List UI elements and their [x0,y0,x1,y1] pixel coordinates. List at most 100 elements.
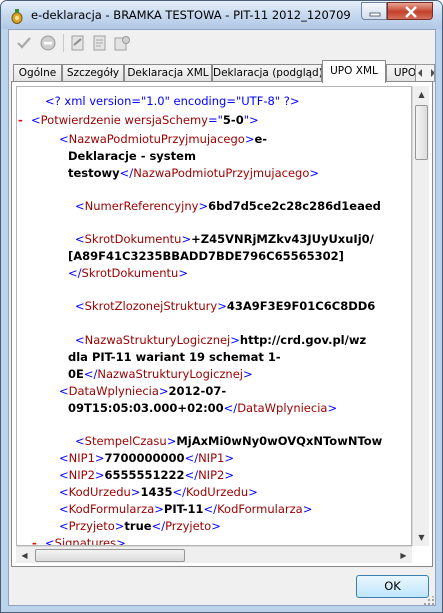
xml-markup: < [59,485,69,499]
tab-bar: Ogólne Szczegóły Deklaracja XML Deklarac… [9,60,435,83]
check-icon[interactable] [15,34,33,52]
upo-xml-panel: <? xml version="1.0" encoding="UTF-8" ?>… [11,81,433,567]
xml-value: MjAxMi0wNy0wOVQxNTowNTow [176,434,383,448]
tab-scroll-buttons[interactable] [415,64,435,82]
xml-value: 09T15:05:03.000+02:00 [68,401,224,415]
xml-line: testowy</NazwaPodmiotuPrzyjmujacego> [68,166,319,180]
vertical-scrollbar[interactable]: ▲ ▼ [412,86,429,546]
xml-line: - <Signatures> [32,536,126,546]
document-icon[interactable] [91,34,109,52]
xml-line: - <Potwierdzenie wersjaSchemy="5-0"> [18,113,259,127]
xml-line: <KodUrzedu>1435</KodUrzedu> [59,485,258,499]
xml-line: </SkrotDokumentu> [68,266,188,280]
xml-markup: > [178,266,188,280]
tab-ogolne[interactable]: Ogólne [13,64,62,82]
vertical-scroll-thumb[interactable] [415,105,428,160]
horizontal-scrollbar[interactable]: ◀ ▶ [16,546,412,563]
xml-markup: </ [172,485,186,499]
toolbar-separator [63,34,64,52]
scroll-down-icon[interactable]: ▼ [413,529,430,546]
xml-value: 5-0 [222,113,244,127]
xml-value: testowy [68,166,120,180]
xml-markup: > [224,468,234,482]
xml-markup: > [230,333,240,347]
block-icon[interactable] [39,34,57,52]
xml-line: 0E</NazwaStrukturyLogicznej> [68,367,253,381]
xml-markup: > [94,451,105,465]
xml-markup: < [75,232,85,246]
xml-value: 1435 [140,485,173,499]
xml-line: <SkrotDokumentu>+Z45VNRjMZkv43JUyUxuIj0/ [75,232,374,246]
scroll-left-icon[interactable]: ◀ [16,547,33,564]
collapse-toggle-icon[interactable]: - [18,113,23,127]
xml-markup: < [75,299,85,313]
xml-viewer[interactable]: <? xml version="1.0" encoding="UTF-8" ?>… [16,86,412,546]
scroll-right-icon[interactable]: ▶ [395,547,412,564]
xml-markup: < [59,384,69,398]
horizontal-scroll-thumb[interactable] [35,549,185,562]
tab-upo-xml[interactable]: UPO XML [322,60,386,83]
sign-document-icon[interactable] [113,34,131,52]
xml-line: dla PIT-11 wariant 19 schemat 1- [68,350,281,364]
xml-markup: > [154,502,164,516]
xml-markup: < [75,199,85,213]
xml-tag-name: NazwaStrukturyLogicznej [97,367,243,381]
minimize-button[interactable] [361,2,387,20]
close-button[interactable] [387,2,433,20]
resize-grip-icon[interactable] [423,596,435,606]
collapse-toggle-icon[interactable]: - [32,536,37,545]
xml-markup: </ [151,519,166,533]
xml-line: <Przyjeto>true</Przyjeto> [59,519,221,533]
xml-markup: > [181,232,192,246]
xml-line: 09T15:05:03.000+02:00</DataWplyniecia> [68,401,337,415]
xml-tag-name: NazwaPodmiotuPrzyjmujacego [68,132,245,146]
xml-line: <NumerReferencyjny>6bd7d5ce2c28c286d1eae… [75,199,381,213]
xml-markup: > [114,519,125,533]
tab-scroll-left-icon[interactable] [416,65,425,81]
xml-markup: </ [83,367,98,381]
xml-tag-name: Signatures [54,536,117,546]
xml-tag-name: NazwaPodmiotuPrzyjmujacego [133,166,310,180]
xml-value: e- [254,132,268,146]
dialog-client-area: Ogólne Szczegóły Deklaracja XML Deklarac… [8,29,436,606]
sign-icon[interactable] [69,34,87,52]
xml-line: <NIP2>6555551222</NIP2> [59,468,234,482]
xml-value: true [124,519,152,533]
xml-markup: > [94,468,105,482]
xml-value: PIT-11 [163,502,204,516]
scroll-up-icon[interactable]: ▲ [413,86,430,103]
tab-deklaracja-podglad[interactable]: Deklaracja (podgląd) [212,64,322,82]
xml-markup: > [302,502,313,516]
xml-tag-name: StempelCzasu [84,434,167,448]
xml-line: <KodFormularza>PIT-11</KodFormularza> [59,502,312,516]
xml-tag-name: DataWplyniecia [68,384,159,398]
minimize-icon [369,12,381,17]
xml-line: <DataWplyniecia>2012-07- [59,384,226,398]
xml-tag-name: Przyjeto [68,519,115,533]
xml-markup: > [309,166,320,180]
app-logo-icon [11,9,23,24]
xml-line: <NazwaPodmiotuPrzyjmujacego>e- [59,132,267,146]
tab-scroll-right-icon[interactable] [428,65,435,81]
xml-markup: > [130,485,141,499]
xml-value: 43A9F3E9F01C6C8DD6 [226,299,376,313]
xml-line: <NazwaStrukturyLogicznej>http://crd.gov.… [75,333,366,347]
xml-tag-name: Przyjeto [165,519,212,533]
xml-line: [A89F41C3235BBADD7BDE796C65565302] [68,249,344,263]
xml-value: 7700000000 [104,451,185,465]
close-icon [405,6,417,18]
tab-szczegoly[interactable]: Szczegóły [62,64,124,82]
title-bar[interactable]: e-deklaracja - BRAMKA TESTOWA - PIT-11 2… [1,1,442,29]
xml-value: [A89F41C3235BBADD7BDE796C65565302] [68,249,344,263]
xml-markup: > [211,519,221,533]
xml-markup: > [116,536,126,546]
xml-tag-name: KodFormularza [68,502,155,516]
ok-button[interactable]: OK [356,575,429,598]
xml-markup: > [242,367,253,381]
xml-tag-name: NIP2 [68,468,95,482]
xml-markup: < [59,502,69,516]
tab-deklaracja-xml[interactable]: Deklaracja XML [124,64,212,82]
xml-tag-name: NIP2 [198,468,225,482]
xml-line: <StempelCzasu>MjAxMi0wNy0wOVQxNTowNTow [75,434,382,448]
xml-markup: < [45,536,55,546]
